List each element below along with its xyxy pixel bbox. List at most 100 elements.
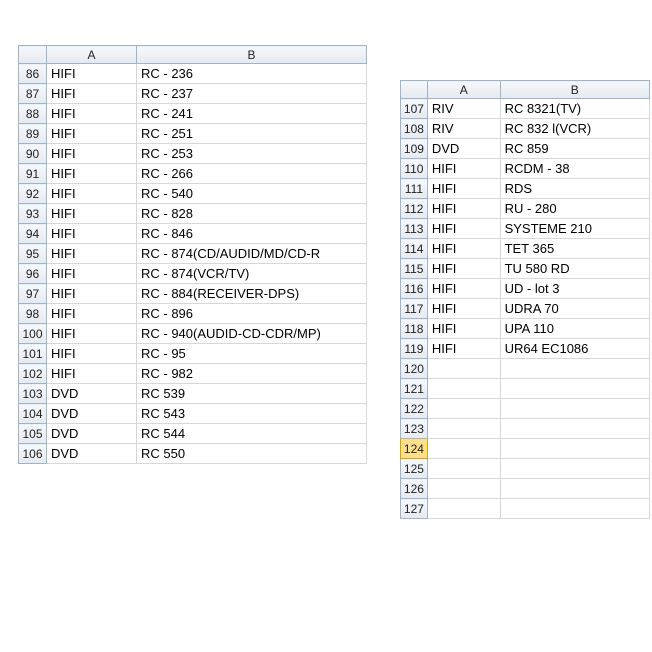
row-header[interactable]: 110 [401, 159, 428, 179]
cell-a[interactable]: HIFI [427, 239, 500, 259]
cell-a[interactable]: HIFI [427, 299, 500, 319]
row-header[interactable]: 112 [401, 199, 428, 219]
row-header[interactable]: 116 [401, 279, 428, 299]
cell-b[interactable]: RC - 237 [137, 84, 367, 104]
cell-a[interactable] [427, 459, 500, 479]
row-header[interactable]: 118 [401, 319, 428, 339]
row-header[interactable]: 102 [19, 364, 47, 384]
row-header[interactable]: 97 [19, 284, 47, 304]
cell-b[interactable]: RCDM - 38 [500, 159, 649, 179]
row-header[interactable]: 101 [19, 344, 47, 364]
cell-b[interactable]: RC - 982 [137, 364, 367, 384]
cell-b[interactable]: RC - 874(CD/AUDID/MD/CD-R [137, 244, 367, 264]
cell-a[interactable]: HIFI [47, 324, 137, 344]
row-header[interactable]: 115 [401, 259, 428, 279]
cell-a[interactable] [427, 419, 500, 439]
row-header[interactable]: 93 [19, 204, 47, 224]
row-header[interactable]: 91 [19, 164, 47, 184]
cell-b[interactable]: RU - 280 [500, 199, 649, 219]
cell-b[interactable]: RC - 896 [137, 304, 367, 324]
cell-a[interactable]: HIFI [47, 184, 137, 204]
cell-b[interactable]: SYSTEME 210 [500, 219, 649, 239]
cell-b[interactable]: RC 8321(TV) [500, 99, 649, 119]
row-header[interactable]: 86 [19, 64, 47, 84]
cell-b[interactable]: RC - 884(RECEIVER-DPS) [137, 284, 367, 304]
row-header[interactable]: 87 [19, 84, 47, 104]
cell-a[interactable]: HIFI [427, 159, 500, 179]
row-header[interactable]: 100 [19, 324, 47, 344]
cell-b[interactable]: RC - 241 [137, 104, 367, 124]
cell-b[interactable]: RC 543 [137, 404, 367, 424]
cell-a[interactable] [427, 359, 500, 379]
cell-a[interactable]: HIFI [47, 124, 137, 144]
cell-a[interactable]: HIFI [427, 259, 500, 279]
cell-b[interactable]: UPA 110 [500, 319, 649, 339]
cell-b[interactable] [500, 399, 649, 419]
cell-b[interactable]: RC 539 [137, 384, 367, 404]
cell-b[interactable]: RC - 828 [137, 204, 367, 224]
cell-b[interactable]: RC 859 [500, 139, 649, 159]
cell-a[interactable]: RIV [427, 99, 500, 119]
cell-a[interactable] [427, 399, 500, 419]
row-header[interactable]: 95 [19, 244, 47, 264]
row-header[interactable]: 89 [19, 124, 47, 144]
cell-b[interactable]: RC - 874(VCR/TV) [137, 264, 367, 284]
cell-a[interactable]: HIFI [427, 279, 500, 299]
cell-b[interactable]: RC - 266 [137, 164, 367, 184]
cell-a[interactable]: HIFI [427, 199, 500, 219]
cell-a[interactable]: DVD [47, 404, 137, 424]
cell-a[interactable]: HIFI [47, 264, 137, 284]
spreadsheet-table-left[interactable]: A B 86HIFIRC - 23687HIFIRC - 23788HIFIRC… [18, 45, 367, 464]
cell-a[interactable]: HIFI [427, 319, 500, 339]
row-header[interactable]: 122 [401, 399, 428, 419]
cell-a[interactable]: DVD [47, 384, 137, 404]
cell-b[interactable]: UR64 EC1086 [500, 339, 649, 359]
cell-b[interactable]: RC 550 [137, 444, 367, 464]
row-header[interactable]: 121 [401, 379, 428, 399]
cell-a[interactable]: HIFI [47, 344, 137, 364]
cell-a[interactable]: HIFI [427, 179, 500, 199]
cell-a[interactable] [427, 479, 500, 499]
row-header[interactable]: 123 [401, 419, 428, 439]
row-header[interactable]: 125 [401, 459, 428, 479]
cell-a[interactable]: HIFI [47, 204, 137, 224]
row-header[interactable]: 109 [401, 139, 428, 159]
row-header[interactable]: 124 [401, 439, 428, 459]
cell-b[interactable]: RC - 940(AUDID-CD-CDR/MP) [137, 324, 367, 344]
row-header[interactable]: 105 [19, 424, 47, 444]
row-header[interactable]: 104 [19, 404, 47, 424]
cell-a[interactable]: HIFI [427, 339, 500, 359]
cell-b[interactable]: RC - 253 [137, 144, 367, 164]
corner-cell[interactable] [19, 46, 47, 64]
cell-a[interactable] [427, 439, 500, 459]
cell-a[interactable]: HIFI [47, 284, 137, 304]
cell-a[interactable]: DVD [47, 424, 137, 444]
cell-b[interactable] [500, 439, 649, 459]
row-header[interactable]: 119 [401, 339, 428, 359]
cell-b[interactable]: RC - 846 [137, 224, 367, 244]
cell-a[interactable]: HIFI [47, 104, 137, 124]
cell-b[interactable]: RC 544 [137, 424, 367, 444]
row-header[interactable]: 117 [401, 299, 428, 319]
cell-a[interactable] [427, 379, 500, 399]
row-header[interactable]: 90 [19, 144, 47, 164]
cell-b[interactable]: RC - 251 [137, 124, 367, 144]
cell-b[interactable]: RC - 540 [137, 184, 367, 204]
cell-a[interactable]: RIV [427, 119, 500, 139]
row-header[interactable]: 127 [401, 499, 428, 519]
cell-a[interactable]: HIFI [47, 244, 137, 264]
row-header[interactable]: 88 [19, 104, 47, 124]
row-header[interactable]: 108 [401, 119, 428, 139]
row-header[interactable]: 113 [401, 219, 428, 239]
cell-a[interactable]: HIFI [427, 219, 500, 239]
row-header[interactable]: 120 [401, 359, 428, 379]
cell-b[interactable]: TET 365 [500, 239, 649, 259]
corner-cell[interactable] [401, 81, 428, 99]
cell-b[interactable]: RC - 236 [137, 64, 367, 84]
row-header[interactable]: 92 [19, 184, 47, 204]
row-header[interactable]: 96 [19, 264, 47, 284]
row-header[interactable]: 114 [401, 239, 428, 259]
cell-b[interactable] [500, 379, 649, 399]
cell-b[interactable]: RC 832 l(VCR) [500, 119, 649, 139]
cell-a[interactable]: HIFI [47, 84, 137, 104]
